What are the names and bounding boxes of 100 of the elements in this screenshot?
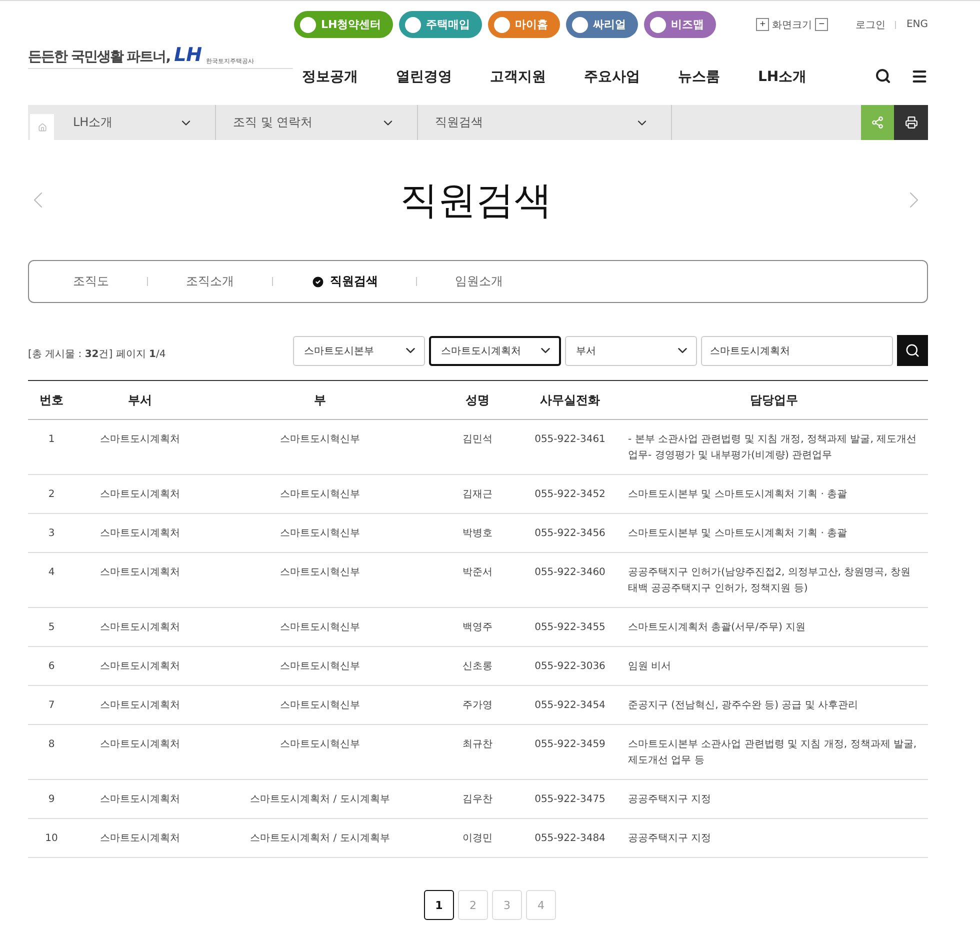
printer-icon [904, 116, 918, 129]
util-link[interactable]: ENG [906, 19, 928, 30]
table-cell: 스마트도시본부 및 스마트도시계획처 기획 · 총괄 [620, 474, 928, 514]
column-header: 사무실전화 [520, 380, 620, 420]
table-cell: 스마트도시계획처 [75, 686, 205, 724]
table-cell: 스마트도시계획처 / 도시계획부 [205, 780, 435, 818]
table-cell: 055-922-3475 [520, 780, 620, 818]
column-header: 부 [205, 380, 435, 420]
circle-icon [494, 16, 510, 33]
table-cell: 주가영 [435, 686, 520, 724]
quick-link[interactable]: 싸리얼 [566, 11, 638, 38]
print-button[interactable] [894, 105, 928, 140]
table-cell: 055-922-3454 [520, 686, 620, 724]
circle-icon [300, 16, 316, 33]
column-header: 담당업무 [620, 380, 928, 420]
table-cell: 4 [28, 552, 75, 608]
filter-select[interactable]: 스마트도시본부 [293, 336, 425, 366]
table-cell: 1 [28, 420, 75, 474]
zoom-out-button[interactable]: − [815, 18, 828, 32]
table-cell: 스마트도시혁신부 [205, 474, 435, 514]
table-cell: 스마트도시계획처 [75, 780, 205, 818]
table-cell: 스마트도시계획처 [75, 818, 205, 858]
table-cell: 스마트도시계획처 [75, 474, 205, 514]
zoom-in-button[interactable]: + [756, 18, 770, 32]
share-icon [871, 116, 884, 129]
table-cell: 055-922-3461 [520, 420, 620, 474]
tab[interactable]: 직원검색 [311, 273, 378, 290]
menu-icon[interactable] [911, 68, 928, 86]
quick-link[interactable]: 비즈맵 [644, 11, 716, 38]
table-cell: 임원 비서 [620, 646, 928, 686]
circle-icon [650, 16, 666, 33]
table-cell: 준공지구 (전남혁신, 광주수완 등) 공급 및 사후관리 [620, 686, 928, 724]
nav-item[interactable]: 주요사업 [584, 68, 640, 86]
table-cell: 스마트도시계획처 [75, 608, 205, 646]
table-cell: 055-922-3452 [520, 474, 620, 514]
util-link[interactable]: 로그인 [855, 18, 886, 32]
table-cell: 스마트도시계획처 [75, 514, 205, 552]
breadcrumb-select[interactable]: 직원검색 [418, 105, 672, 140]
table-cell: 스마트도시계획처 [75, 420, 205, 474]
search-icon[interactable] [875, 68, 891, 86]
table-cell: 스마트도시계획처 총괄(서무/주무) 지원 [620, 608, 928, 646]
check-icon [311, 274, 325, 288]
nav-item[interactable]: 고객지원 [490, 68, 546, 86]
table-cell: 공공주택지구 지정 [620, 818, 928, 858]
filter-select[interactable]: 스마트도시계획처 [429, 336, 561, 366]
table-cell: 3 [28, 514, 75, 552]
table-cell: 055-922-3460 [520, 552, 620, 608]
search-field[interactable]: 스마트도시계획처 [701, 336, 893, 366]
table-cell: 김민석 [435, 420, 520, 474]
table-cell: 백영주 [435, 608, 520, 646]
tab[interactable]: 임원소개 [455, 273, 503, 290]
table-cell: 이경민 [435, 818, 520, 858]
table-cell: 055-922-3455 [520, 608, 620, 646]
table-cell: 8 [28, 724, 75, 780]
tab[interactable]: 조직도 [73, 273, 109, 290]
table-cell: 김우찬 [435, 780, 520, 818]
table-cell: 박준서 [435, 552, 520, 608]
page-title: 직원검색 [400, 176, 552, 224]
font-size-label: 화면크기 [772, 18, 812, 32]
tab[interactable]: 조직소개 [186, 273, 234, 290]
table-cell: 스마트도시혁신부 [205, 686, 435, 724]
search-icon [905, 343, 920, 358]
page-button[interactable]: 1 [424, 890, 454, 920]
column-header: 성명 [435, 380, 520, 420]
table-cell: 스마트도시계획처 / 도시계획부 [205, 818, 435, 858]
nav-item[interactable]: 열린경영 [396, 68, 452, 86]
nav-item[interactable]: 뉴스룸 [678, 68, 720, 86]
table-cell: 스마트도시본부 및 스마트도시계획처 기획 · 총괄 [620, 514, 928, 552]
table-cell: 스마트도시혁신부 [205, 420, 435, 474]
logo-slogan: 든든한 국민생활 파트너, [28, 48, 170, 66]
table-cell: 박병호 [435, 514, 520, 552]
circle-icon [572, 16, 588, 33]
column-header: 부서 [75, 380, 205, 420]
table-cell: 스마트도시계획처 [75, 552, 205, 608]
table-cell: 5 [28, 608, 75, 646]
table-cell: 신초롱 [435, 646, 520, 686]
nav-item[interactable]: LH소개 [758, 68, 807, 86]
table-cell: 055-922-3459 [520, 724, 620, 780]
table-cell: 스마트도시혁신부 [205, 724, 435, 780]
breadcrumb-select[interactable]: LH소개 [56, 105, 216, 140]
table-cell: 스마트도시혁신부 [205, 608, 435, 646]
table-cell: 스마트도시혁신부 [205, 646, 435, 686]
table-cell: 7 [28, 686, 75, 724]
table-cell: 스마트도시혁신부 [205, 552, 435, 608]
circle-icon [405, 16, 422, 33]
table-cell: 6 [28, 646, 75, 686]
result-summary: [총 게시물 : 32건] 페이지 1/4 [28, 348, 166, 360]
search-button[interactable] [897, 335, 928, 366]
logo-mark: LH [174, 44, 202, 66]
table-cell: 김재근 [435, 474, 520, 514]
nav-item[interactable]: 정보공개 [302, 68, 358, 86]
breadcrumb-select[interactable]: 조직 및 연락처 [216, 105, 418, 140]
table-cell: 최규찬 [435, 724, 520, 780]
table-cell: 055-922-3036 [520, 646, 620, 686]
column-header: 번호 [28, 380, 75, 420]
table-cell: 스마트도시계획처 [75, 646, 205, 686]
filter-select[interactable]: 부서 [565, 336, 697, 366]
table-cell: 2 [28, 474, 75, 514]
table-cell: 스마트도시본부 소관사업 관련법령 및 지침 개정, 정책과제 발굴, 제도개선 업무 등 [620, 724, 928, 780]
table-cell: 10 [28, 818, 75, 858]
